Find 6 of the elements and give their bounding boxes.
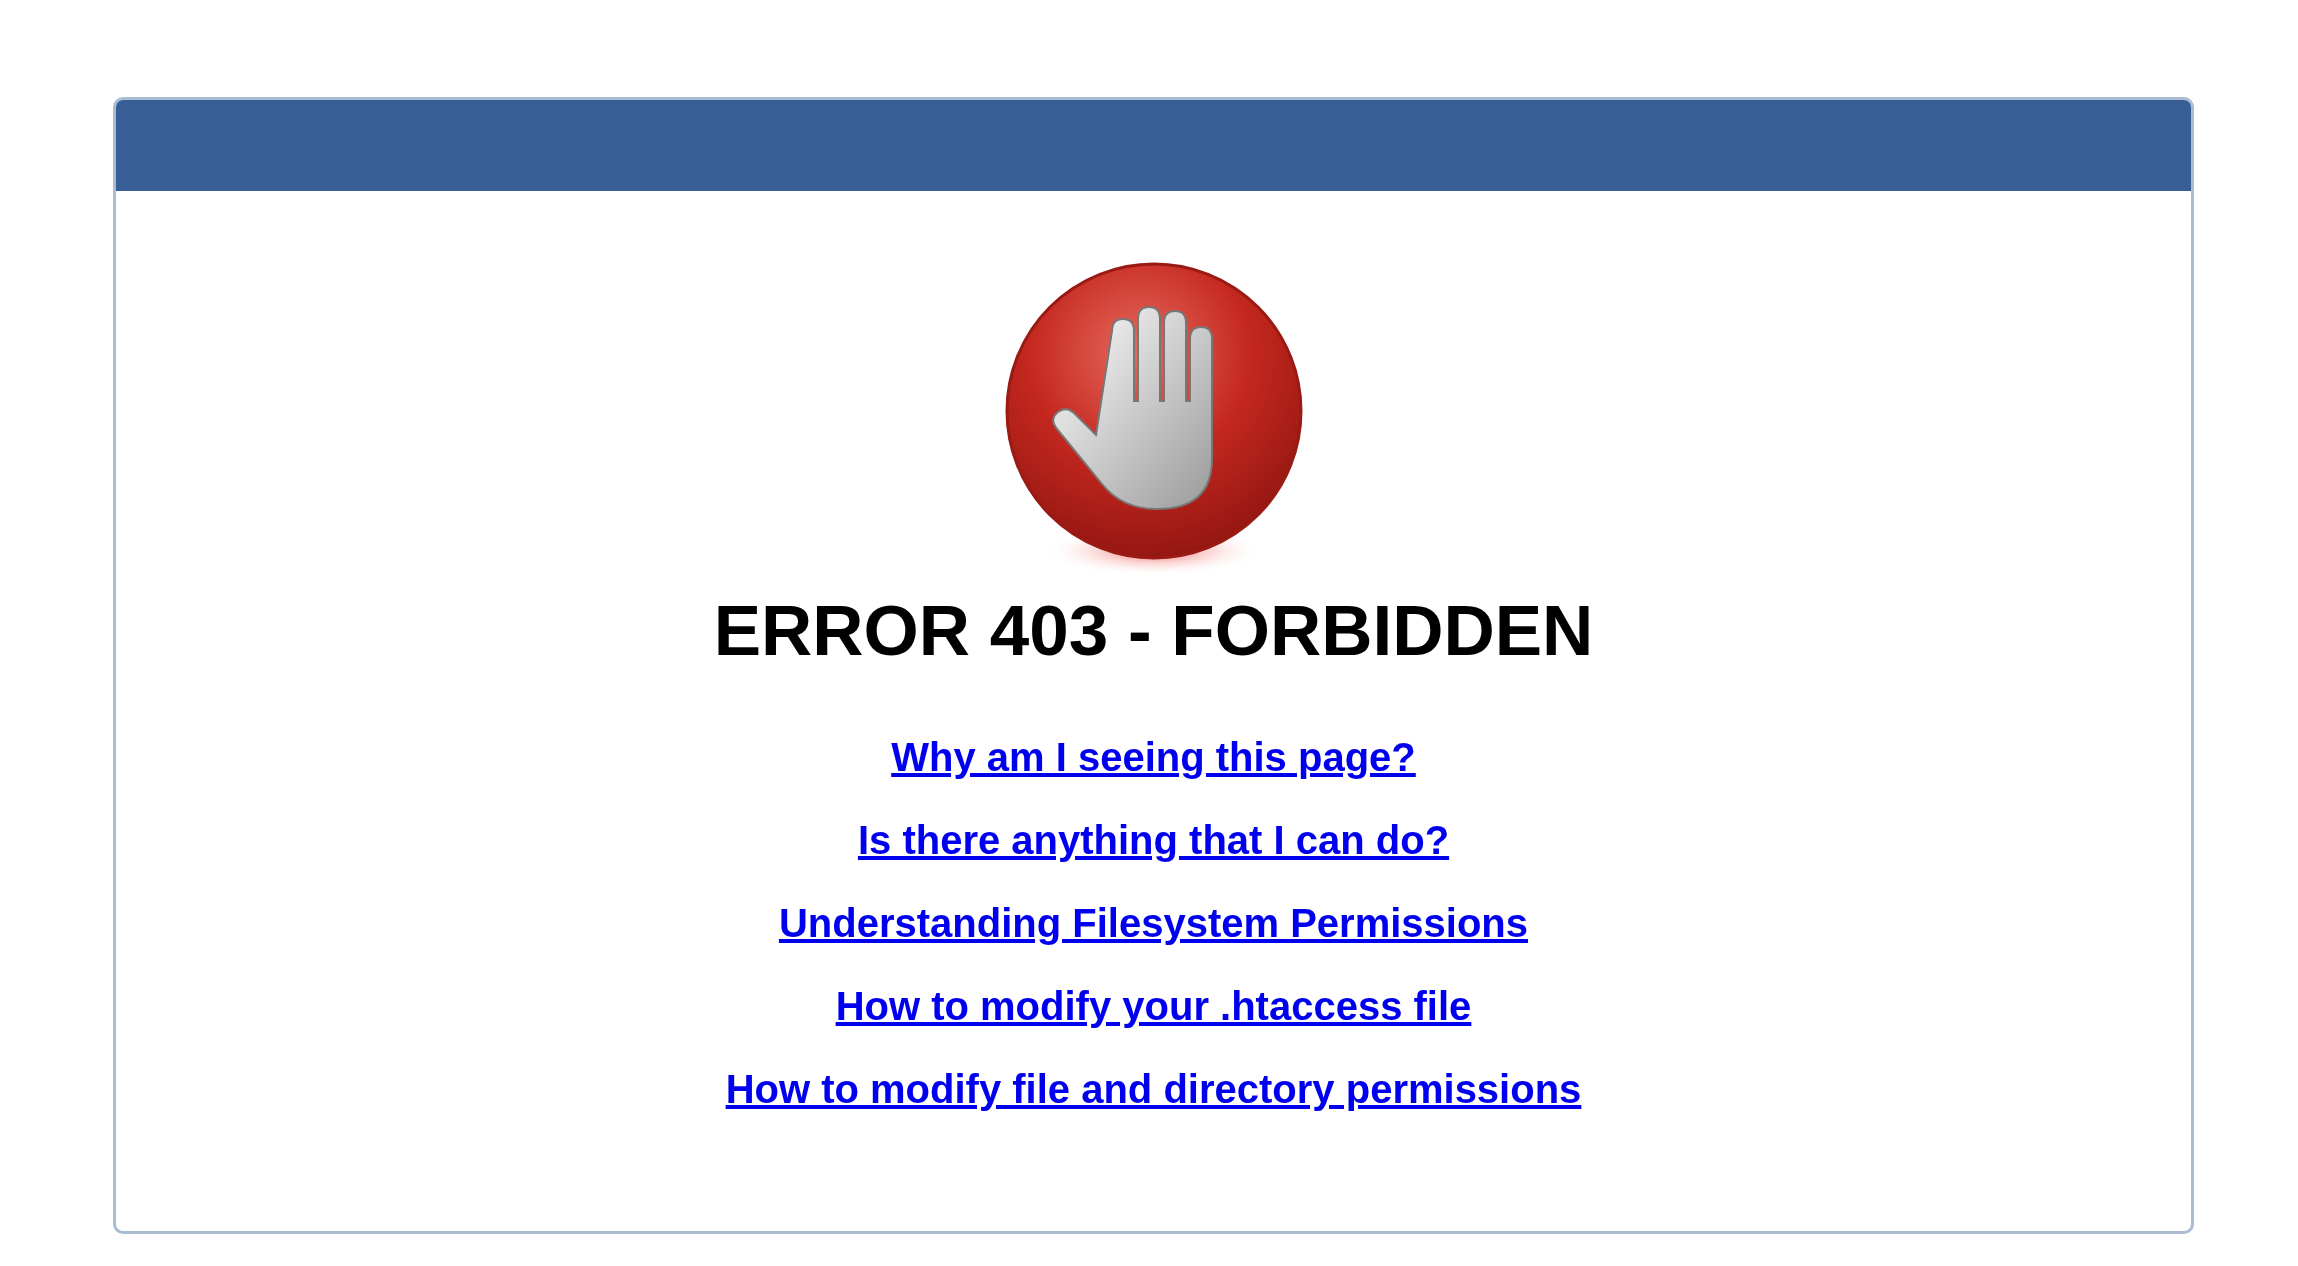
help-link[interactable]: Why am I seeing this page? [891, 736, 1416, 779]
error-heading: ERROR 403 - FORBIDDEN [713, 595, 1594, 666]
help-link[interactable]: Is there anything that I can do? [857, 819, 1450, 862]
help-link[interactable]: Understanding Filesystem Permissions [778, 902, 1529, 945]
help-link[interactable]: How to modify your .htaccess file [835, 985, 1472, 1028]
help-link[interactable]: How to modify file and directory permissions [725, 1068, 1582, 1111]
